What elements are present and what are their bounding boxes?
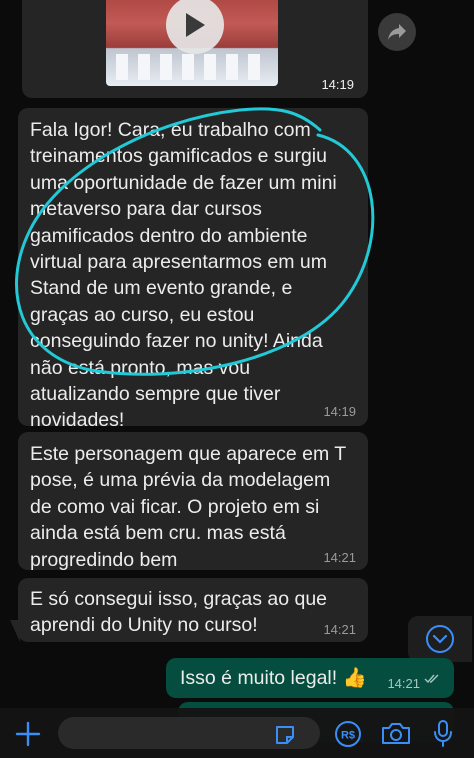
message-time: 14:19 (321, 77, 354, 92)
incoming-message[interactable]: Este personagem que aparece em T pose, é… (18, 432, 368, 571)
play-icon (186, 13, 205, 37)
microphone-icon[interactable] (432, 719, 454, 747)
plus-icon[interactable] (14, 720, 42, 748)
read-receipt-icon (424, 674, 439, 684)
message-text: Este personagem que aparece em T pose, é… (30, 443, 347, 571)
forward-icon (388, 24, 406, 40)
svg-text:R$: R$ (341, 730, 355, 742)
message-time: 14:19 (323, 404, 356, 419)
camera-icon[interactable] (381, 721, 411, 745)
message-time: 14:21 (323, 622, 356, 637)
play-button[interactable] (166, 0, 224, 54)
message-text: Fala Igor! Cara, eu trabalho com treinam… (30, 119, 337, 432)
video-message[interactable]: 14:19 (22, 0, 368, 98)
video-thumbnail[interactable] (106, 0, 278, 86)
incoming-message[interactable]: Fala Igor! Cara, eu trabalho com treinam… (18, 108, 368, 431)
message-time: 14:21 (323, 550, 356, 565)
message-time: 14:21 (387, 676, 420, 691)
forward-button[interactable] (378, 13, 416, 51)
payment-icon[interactable]: R$ (334, 720, 362, 748)
outgoing-message[interactable]: Isso é muito legal! 👍 14:21 (166, 658, 454, 698)
message-text: E só consegui isso, graças ao que aprend… (30, 588, 328, 637)
composer-bar: R$ (0, 708, 474, 758)
chevron-down-icon (426, 625, 454, 653)
incoming-message[interactable]: E só consegui isso, graças ao que aprend… (18, 578, 368, 642)
scroll-to-bottom-button[interactable] (408, 616, 472, 662)
sticker-icon[interactable] (274, 724, 296, 746)
